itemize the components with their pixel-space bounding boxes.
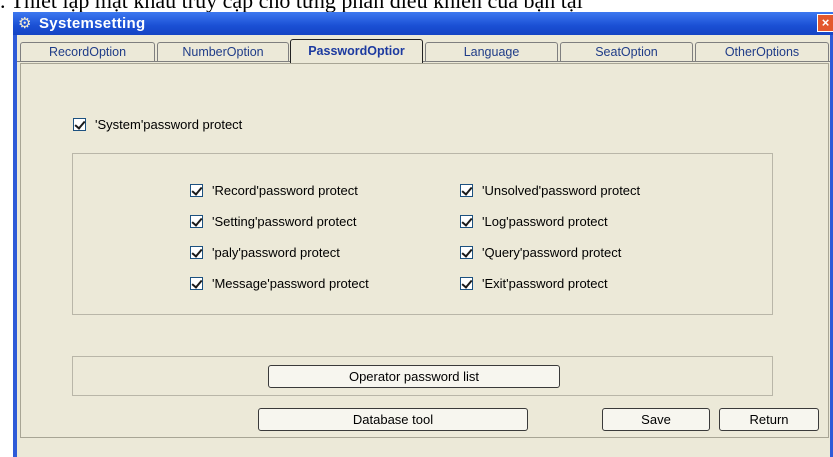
log-password-checkbox[interactable]: 'Log'password protect [460,213,608,229]
unsolved-password-label: 'Unsolved'password protect [482,182,641,198]
log-password-label: 'Log'password protect [482,213,608,229]
tab-otheroptions[interactable]: OtherOptions [695,42,829,61]
window-title: Systemsetting [39,15,146,32]
operator-password-list-button[interactable]: Operator password list [268,365,560,388]
unsolved-password-checkbox[interactable]: 'Unsolved'password protect [460,182,640,198]
play-password-label: 'paly'password protect [212,244,340,260]
checkbox-checked-icon[interactable] [460,245,473,259]
checkbox-checked-icon[interactable] [73,117,86,131]
tab-numberoption[interactable]: NumberOption [157,42,289,61]
tab-recordoption[interactable]: RecordOption [20,42,155,61]
title-bar[interactable]: ⚙ Systemsetting × [13,12,833,35]
checkbox-checked-icon[interactable] [460,214,473,228]
checkbox-checked-icon[interactable] [460,183,473,197]
system-password-label: 'System'password protect [95,116,243,132]
window-client: RecordOption NumberOption PasswordOptior… [17,35,830,457]
tab-language[interactable]: Language [425,42,558,61]
message-password-checkbox[interactable]: 'Message'password protect [190,275,369,291]
database-tool-button[interactable]: Database tool [258,408,528,431]
play-password-checkbox[interactable]: 'paly'password protect [190,244,340,260]
close-button[interactable]: × [817,14,833,32]
gears-icon: ⚙ [18,15,32,32]
query-password-label: 'Query'password protect [482,244,622,260]
setting-password-checkbox[interactable]: 'Setting'password protect [190,213,356,229]
return-button[interactable]: Return [719,408,819,431]
query-password-checkbox[interactable]: 'Query'password protect [460,244,621,260]
systemsetting-window: ⚙ Systemsetting × RecordOption NumberOpt… [13,12,833,457]
record-password-checkbox[interactable]: 'Record'password protect [190,182,358,198]
save-button[interactable]: Save [602,408,710,431]
exit-password-checkbox[interactable]: 'Exit'password protect [460,275,608,291]
close-icon: × [821,15,830,30]
document-margin [0,20,13,457]
checkbox-checked-icon[interactable] [190,214,203,228]
setting-password-label: 'Setting'password protect [212,213,357,229]
operator-group: Operator password list [72,356,773,396]
tab-seatoption[interactable]: SeatOption [560,42,693,61]
password-option-panel: 'System'password protect 'Record'passwor… [17,62,830,457]
checkbox-checked-icon[interactable] [190,276,203,290]
password-options-group: 'Record'password protect 'Setting'passwo… [72,153,773,315]
system-password-checkbox[interactable]: 'System'password protect [73,116,242,132]
checkbox-checked-icon[interactable] [190,183,203,197]
tab-passwordoption[interactable]: PasswordOptior [290,39,423,63]
checkbox-checked-icon[interactable] [190,245,203,259]
tab-strip: RecordOption NumberOption PasswordOptior… [17,39,830,63]
exit-password-label: 'Exit'password protect [482,275,608,291]
message-password-label: 'Message'password protect [212,275,369,291]
checkbox-checked-icon[interactable] [460,276,473,290]
record-password-label: 'Record'password protect [212,182,358,198]
